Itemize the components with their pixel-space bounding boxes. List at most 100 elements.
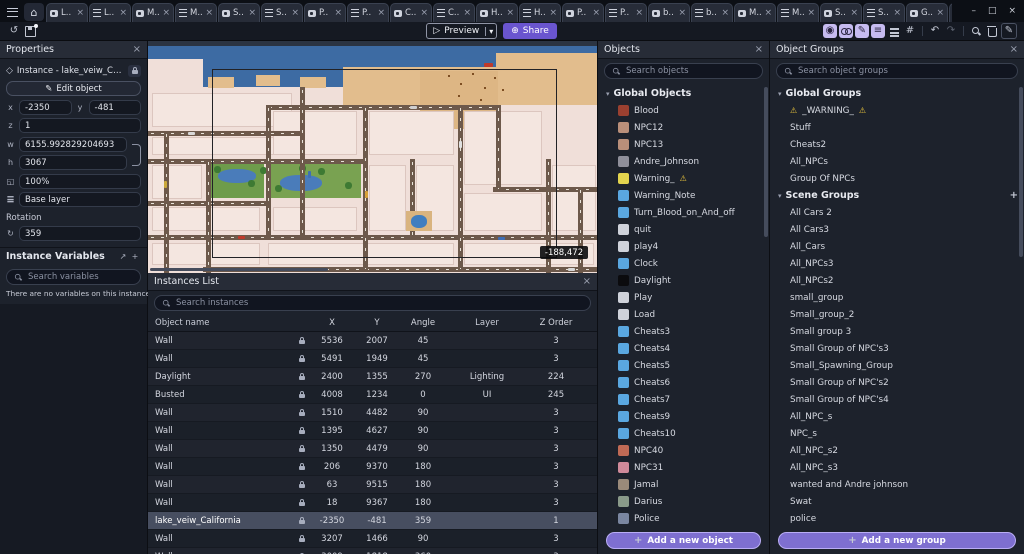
instance-row[interactable]: Wall 1350 4479 90 3 — [148, 440, 597, 458]
group-item[interactable]: Swat — [770, 493, 1024, 510]
instance-row[interactable]: Busted 4008 1234 0 UI 245 — [148, 386, 597, 404]
object-item[interactable]: Cheats10 — [598, 425, 769, 442]
tab-close-button[interactable]: × — [463, 8, 471, 18]
object-item[interactable]: NPC31 — [598, 459, 769, 476]
tab-close-button[interactable]: × — [592, 8, 600, 18]
group-item[interactable]: ⚠ _WARNING_ ⚠ — [770, 102, 1024, 119]
tab-close-button[interactable]: × — [807, 8, 815, 18]
group-item[interactable]: All_NPCs2 — [770, 272, 1024, 289]
x-field[interactable]: -2350 — [19, 100, 72, 115]
tab[interactable]: H.. × — [476, 3, 518, 22]
layers-icon[interactable] — [887, 24, 901, 38]
tab[interactable]: L.. × — [46, 3, 88, 22]
object-item[interactable]: Play — [598, 289, 769, 306]
column-header-x[interactable]: X — [310, 318, 354, 328]
tab[interactable]: S.. × — [820, 3, 862, 22]
instance-row[interactable]: Wall 1510 4482 90 3 — [148, 404, 597, 422]
tab-close-button[interactable]: × — [893, 8, 901, 18]
object-item[interactable]: Cheats7 — [598, 391, 769, 408]
object-item[interactable]: Cheats5 — [598, 357, 769, 374]
object-item[interactable]: Blood — [598, 102, 769, 119]
object-item[interactable]: Warning_Note — [598, 187, 769, 204]
object-item[interactable]: NPC12 — [598, 119, 769, 136]
object-item[interactable]: play4 — [598, 238, 769, 255]
lock-aspect-ratio-icon[interactable] — [132, 144, 141, 166]
group-item[interactable]: Small Group of NPC's2 — [770, 374, 1024, 391]
tab[interactable]: S.. × — [261, 3, 303, 22]
object-item[interactable]: Daylight — [598, 272, 769, 289]
groups-search-input[interactable]: Search object groups — [776, 63, 1018, 79]
tab[interactable]: P.. × — [304, 3, 346, 22]
tab[interactable]: P.. × — [347, 3, 389, 22]
objects-search-input[interactable]: Search objects — [604, 63, 763, 79]
tab[interactable]: H.. × — [519, 3, 561, 22]
tab[interactable]: M.. × — [175, 3, 217, 22]
group-item[interactable]: All_Cars — [770, 238, 1024, 255]
instance-row[interactable]: Wall 1395 4627 90 3 — [148, 422, 597, 440]
tab-close-button[interactable]: × — [334, 8, 342, 18]
group-item[interactable]: NPC_s — [770, 425, 1024, 442]
object-item[interactable]: Turn_Blood_on_And_off — [598, 204, 769, 221]
groups-scrollbar[interactable] — [1019, 87, 1023, 257]
scale-field[interactable]: 100% — [19, 174, 141, 189]
tab[interactable]: L.. × — [89, 3, 131, 22]
grid-icon[interactable]: # — [903, 24, 917, 38]
objects-close-button[interactable]: × — [755, 44, 763, 55]
y-field[interactable]: -481 — [88, 100, 141, 115]
instance-row[interactable]: Wall 5536 2007 45 3 — [148, 332, 597, 350]
canvas-horizontal-scrollbar[interactable] — [150, 268, 328, 271]
tab-close-button[interactable]: × — [721, 8, 729, 18]
tab-close-button[interactable]: × — [936, 8, 944, 18]
instance-row[interactable]: Wall 18 9367 180 3 — [148, 494, 597, 512]
tab[interactable]: M.. × — [734, 3, 776, 22]
column-header-angle[interactable]: Angle — [400, 318, 446, 328]
add-object-button[interactable]: + Add a new object — [606, 532, 761, 549]
tab-close-button[interactable]: × — [162, 8, 170, 18]
add-variable-icon[interactable]: + — [129, 251, 141, 262]
group-item[interactable]: police — [770, 510, 1024, 527]
global-objects-section[interactable]: ▾ Global Objects — [598, 85, 769, 102]
delete-icon[interactable] — [985, 24, 999, 38]
column-header-z-order[interactable]: Z Order — [528, 318, 584, 328]
object-groups-icon[interactable] — [839, 24, 853, 38]
object-item[interactable]: Cheats4 — [598, 340, 769, 357]
object-item[interactable]: Darius — [598, 493, 769, 510]
column-header-object-name[interactable]: Object name — [148, 318, 294, 328]
z-field[interactable]: 1 — [19, 118, 141, 133]
width-field[interactable]: 6155.992829204693 — [19, 137, 127, 152]
window-maximize-button[interactable]: □ — [988, 6, 997, 16]
object-item[interactable]: Police — [598, 510, 769, 527]
instance-row[interactable]: Wall 5491 1949 45 3 — [148, 350, 597, 368]
object-item[interactable]: Cheats3 — [598, 323, 769, 340]
instance-lock-button[interactable] — [128, 64, 141, 77]
tab[interactable]: G.. × — [906, 3, 948, 22]
group-item[interactable]: wanted and Andre johnson — [770, 476, 1024, 493]
tab-close-button[interactable]: × — [850, 8, 858, 18]
tab[interactable]: S.. × — [218, 3, 260, 22]
layer-field[interactable]: Base layer — [19, 192, 141, 207]
group-item[interactable]: Group Of NPCs — [770, 170, 1024, 187]
tab-close-button[interactable]: × — [377, 8, 385, 18]
preview-dropdown-button[interactable]: ▾ — [485, 26, 496, 36]
objects-scrollbar[interactable] — [764, 87, 768, 237]
tab[interactable]: S.. × — [863, 3, 905, 22]
tab-close-button[interactable]: × — [764, 8, 772, 18]
instances-search-input[interactable]: Search instances — [154, 295, 591, 311]
object-item[interactable]: Cheats9 — [598, 408, 769, 425]
instance-row[interactable]: Wall 206 9370 180 3 — [148, 458, 597, 476]
group-item[interactable]: Small Group of NPC's4 — [770, 391, 1024, 408]
instance-row[interactable]: Daylight 2400 1355 270 Lighting 224 — [148, 368, 597, 386]
rename-icon[interactable]: ✎ — [1001, 23, 1017, 39]
properties-close-button[interactable]: × — [133, 44, 141, 55]
group-item[interactable]: Stuff — [770, 119, 1024, 136]
object-item[interactable]: Load — [598, 306, 769, 323]
home-tab-button[interactable]: ⌂ — [24, 3, 44, 21]
tab-close-button[interactable]: × — [506, 8, 514, 18]
instance-row[interactable]: lake_veiw_California -2350 -481 359 1 — [148, 512, 597, 530]
group-item[interactable]: Small Group of NPC's3 — [770, 340, 1024, 357]
window-minimize-button[interactable]: – — [971, 6, 976, 16]
instances-list-icon[interactable]: ≡ — [871, 24, 885, 38]
object-item[interactable]: quit — [598, 221, 769, 238]
object-item[interactable]: NPC13 — [598, 136, 769, 153]
tab[interactable]: P.. × — [562, 3, 604, 22]
